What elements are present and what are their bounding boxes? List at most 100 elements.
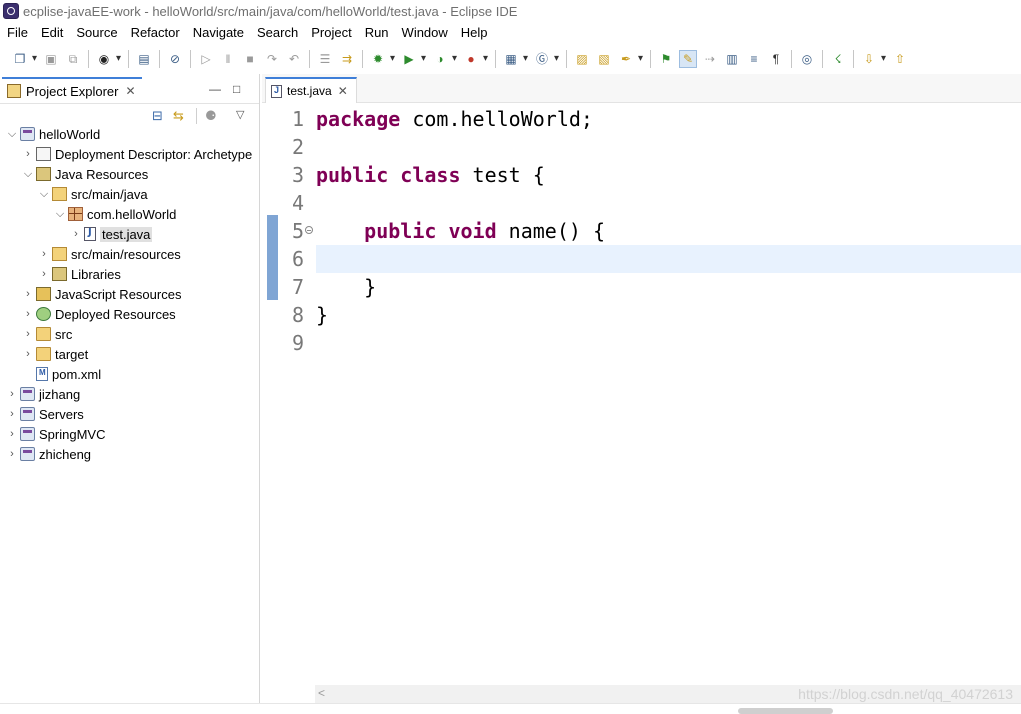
menu-project[interactable]: Project xyxy=(304,25,357,40)
chevron-right-icon[interactable]: › xyxy=(6,428,18,440)
collapse-all-icon[interactable]: ⊟ xyxy=(152,108,163,124)
chevron-right-icon[interactable]: › xyxy=(22,308,34,320)
tree-item-label: helloWorld xyxy=(39,126,101,142)
tree-item-javascript-resources[interactable]: › JavaScript Resources xyxy=(22,284,181,304)
show-whitespace-icon[interactable]: ¶ xyxy=(768,51,784,67)
tab-test-java-label: test.java xyxy=(287,84,332,98)
menu-source[interactable]: Source xyxy=(69,25,123,40)
tab-project-explorer[interactable]: Project Explorer ✕ xyxy=(2,77,142,103)
chevron-right-icon[interactable]: › xyxy=(38,248,50,260)
open-task-icon[interactable]: ▧ xyxy=(596,51,612,67)
keyword-token: class xyxy=(400,163,461,187)
task-icon[interactable]: ⚑ xyxy=(658,51,674,67)
chevron-right-icon[interactable]: › xyxy=(38,268,50,280)
annotation-icon[interactable]: ⇢ xyxy=(702,51,718,67)
tree-item-label: zhicheng xyxy=(39,446,92,462)
step-return-icon[interactable]: ↶ xyxy=(286,51,302,67)
code-line: 7 } xyxy=(262,273,1021,301)
console-icon[interactable]: ▤ xyxy=(136,51,152,67)
tree-item-label: target xyxy=(55,346,89,362)
new-class-icon[interactable]: Ⓖ xyxy=(534,51,559,67)
toolbar-separator xyxy=(88,50,89,68)
open-perspective-icon[interactable]: ☇ xyxy=(830,51,846,67)
debug-icon[interactable]: ✹ xyxy=(370,51,395,67)
filters-icon[interactable]: ⚈ xyxy=(205,108,217,124)
tree-item-pom-xml[interactable]: pom.xml xyxy=(22,364,101,384)
chevron-down-icon[interactable]: ⌵ xyxy=(54,208,66,221)
close-icon[interactable]: ✕ xyxy=(125,84,135,98)
menu-search[interactable]: Search xyxy=(250,25,304,40)
tree-item-label: Deployed Resources xyxy=(55,306,176,322)
tree-item-libraries[interactable]: › Libraries xyxy=(38,264,121,284)
profile-icon[interactable]: ◉ xyxy=(96,51,121,67)
close-icon[interactable]: ✕ xyxy=(338,84,348,98)
tree-item-springmvc[interactable]: › SpringMVC xyxy=(6,424,105,444)
fold-collapse-icon[interactable]: − xyxy=(305,226,313,235)
view-menu-icon[interactable]: ▽ xyxy=(236,108,244,121)
step-over-icon[interactable]: ↷ xyxy=(264,51,280,67)
previous-annotation-icon[interactable]: ⇧ xyxy=(892,51,908,67)
drop-to-frame-icon[interactable]: ☰ xyxy=(317,51,333,67)
use-step-filters-icon[interactable]: ⇉ xyxy=(339,51,355,67)
chevron-down-icon[interactable]: ⌵ xyxy=(6,128,18,141)
chevron-right-icon[interactable]: › xyxy=(22,148,34,160)
chevron-right-icon[interactable]: › xyxy=(6,408,18,420)
chevron-right-icon[interactable]: › xyxy=(6,388,18,400)
save-all-icon[interactable]: ⧉ xyxy=(65,51,81,67)
chevron-down-icon[interactable]: ⌵ xyxy=(22,168,34,181)
new-icon[interactable]: ❐ xyxy=(12,51,37,67)
tree-item-java-resources[interactable]: ⌵ Java Resources xyxy=(22,164,148,184)
web-browser-icon[interactable]: ◎ xyxy=(799,51,815,67)
next-annotation-icon[interactable]: ⇩ xyxy=(861,51,886,67)
open-type-icon[interactable]: ▨ xyxy=(574,51,590,67)
scrollbar-thumb[interactable] xyxy=(738,708,833,714)
block-selection-icon[interactable]: ▥ xyxy=(724,51,740,67)
search-icon[interactable]: ✒ xyxy=(618,51,643,67)
toolbar-separator xyxy=(362,50,363,68)
chevron-down-icon[interactable]: ⌵ xyxy=(38,188,50,201)
tree-item-test-java[interactable]: › test.java xyxy=(70,224,153,244)
highlight-icon[interactable]: ✎ xyxy=(679,50,697,68)
maximize-icon[interactable]: □ xyxy=(233,82,240,96)
tree-item-helloWorld[interactable]: ⌵ helloWorld xyxy=(6,124,100,144)
tree-item-servers[interactable]: › Servers xyxy=(6,404,84,424)
menu-edit[interactable]: Edit xyxy=(34,25,69,40)
tab-test-java[interactable]: test.java ✕ xyxy=(265,77,357,103)
chevron-right-icon[interactable]: › xyxy=(22,328,34,340)
chevron-right-icon[interactable]: › xyxy=(22,288,34,300)
minimize-icon[interactable]: — xyxy=(209,82,221,96)
line-number: 9 xyxy=(291,331,304,355)
tree-item-jizhang[interactable]: › jizhang xyxy=(6,384,80,404)
coverage-icon[interactable]: ◑ xyxy=(432,51,457,67)
scroll-left-icon[interactable]: < xyxy=(318,686,325,700)
terminate-icon[interactable]: ■ xyxy=(242,51,258,67)
menu-file[interactable]: File xyxy=(0,25,34,40)
link-with-editor-icon[interactable]: ⇆ xyxy=(173,108,184,124)
menu-help[interactable]: Help xyxy=(454,25,494,40)
suspend-icon[interactable]: ‖ xyxy=(220,51,236,67)
save-icon[interactable]: ▣ xyxy=(43,51,59,67)
run-icon[interactable]: ▶ xyxy=(401,51,426,67)
chevron-right-icon[interactable]: › xyxy=(70,228,82,240)
menu-run[interactable]: Run xyxy=(358,25,395,40)
chevron-right-icon[interactable]: › xyxy=(22,348,34,360)
tree-item-deployed-resources[interactable]: › Deployed Resources xyxy=(22,304,176,324)
chevron-right-icon[interactable]: › xyxy=(6,448,18,460)
tree-item-src-main-resources[interactable]: › src/main/resources xyxy=(38,244,181,264)
word-wrap-icon[interactable]: ≡ xyxy=(746,51,762,67)
tree-item-src[interactable]: › src xyxy=(22,324,72,344)
resume-icon[interactable]: ▷ xyxy=(198,51,214,67)
external-tools-icon[interactable]: ● xyxy=(463,51,488,67)
menu-navigate[interactable]: Navigate xyxy=(186,25,250,40)
tree-item-target[interactable]: › target xyxy=(22,344,88,364)
tree-item-src-main-java[interactable]: ⌵ src/main/java xyxy=(38,184,148,204)
tree-item-zhicheng[interactable]: › zhicheng xyxy=(6,444,91,464)
skip-breakpoints-icon[interactable]: ⊘ xyxy=(167,51,183,67)
toolbar-separator xyxy=(128,50,129,68)
menu-window[interactable]: Window xyxy=(395,25,454,40)
menu-refactor[interactable]: Refactor xyxy=(124,25,186,40)
new-server-icon[interactable]: ▦ xyxy=(503,51,528,67)
tree-item-com-helloWorld[interactable]: ⌵ com.helloWorld xyxy=(54,204,177,224)
tree-item-deployment-descriptor[interactable]: › Deployment Descriptor: Archetype xyxy=(22,144,252,164)
